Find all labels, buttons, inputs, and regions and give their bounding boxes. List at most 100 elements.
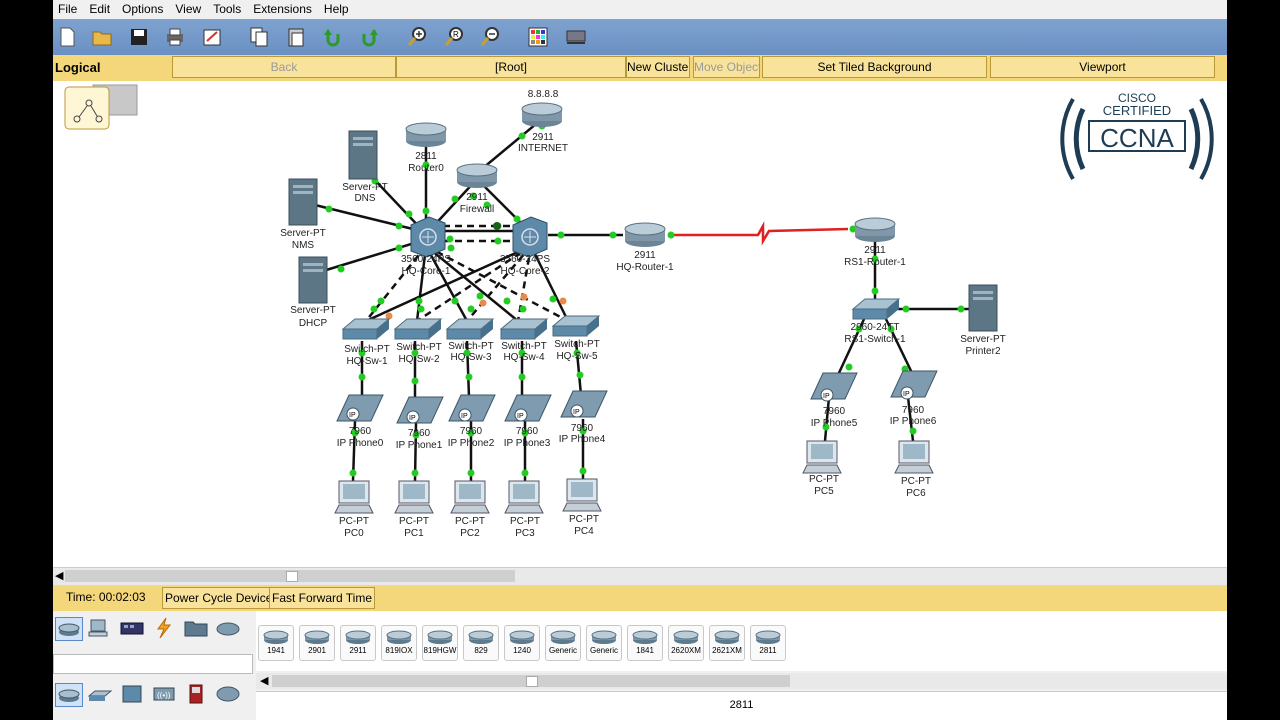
svg-text:HQ-Sw-1: HQ-Sw-1 (346, 356, 388, 367)
switch-hq-sw-2[interactable] (393, 318, 443, 340)
palette-icon[interactable] (526, 25, 550, 49)
wan-emulation-icon[interactable] (215, 683, 241, 705)
switch-hq-sw-3[interactable] (445, 318, 495, 340)
pc-5[interactable] (802, 440, 842, 474)
server-dhcp[interactable] (298, 256, 328, 304)
misc-icon[interactable] (183, 617, 209, 639)
redo-icon[interactable] (357, 25, 381, 49)
device-model-1240[interactable]: 1240 (504, 625, 540, 661)
device-model-2911[interactable]: 2911 (340, 625, 376, 661)
multilayer-switch-hq-core-1[interactable] (410, 216, 446, 258)
device-model-1841[interactable]: 1841 (627, 625, 663, 661)
router-hq-router-1[interactable] (624, 222, 666, 247)
device-model-2620xm[interactable]: 2620XM (668, 625, 704, 661)
menu-view[interactable]: View (169, 0, 207, 19)
switch-hq-sw-1[interactable] (341, 318, 391, 340)
multilayer-switch-hq-core-2[interactable] (512, 216, 548, 258)
menu-options[interactable]: Options (116, 0, 169, 19)
router-router0[interactable] (405, 122, 447, 147)
copy-icon[interactable] (247, 25, 271, 49)
router-rs1-router-1[interactable] (854, 217, 896, 242)
security-icon[interactable] (183, 683, 209, 705)
scroll-grip[interactable] (286, 571, 298, 582)
device-list-scrollbar[interactable]: ◀ (256, 673, 1227, 689)
svg-text:CERTIFIED: CERTIFIED (1103, 103, 1171, 118)
svg-text:PC3: PC3 (515, 528, 535, 539)
ip-phone-1[interactable]: IP (396, 396, 444, 424)
custom-device-icon[interactable] (564, 25, 588, 49)
save-icon[interactable] (127, 25, 151, 49)
switch-hq-sw-5[interactable] (551, 315, 601, 337)
connections-icon[interactable] (151, 617, 177, 639)
menu-help[interactable]: Help (318, 0, 355, 19)
network-devices-icon[interactable] (55, 617, 83, 641)
device-model-generic-2[interactable]: Generic (586, 625, 622, 661)
ip-phone-6[interactable]: IP (890, 370, 938, 400)
pc-0[interactable] (334, 480, 374, 514)
move-object-button[interactable]: Move Object (693, 56, 760, 78)
router-internet[interactable] (521, 102, 563, 127)
svg-text:PC-PT: PC-PT (339, 516, 369, 527)
switch-rs1-switch-1[interactable] (851, 298, 901, 320)
set-tiled-background-button[interactable]: Set Tiled Background (762, 56, 987, 78)
menu-extensions[interactable]: Extensions (247, 0, 318, 19)
svg-text:HQ-Core-1: HQ-Core-1 (402, 266, 451, 277)
end-devices-icon[interactable] (87, 617, 113, 639)
menu-edit[interactable]: Edit (83, 0, 116, 19)
ip-phone-2[interactable]: IP (448, 394, 496, 422)
viewport-button[interactable]: Viewport (990, 56, 1215, 78)
pc-3[interactable] (504, 480, 544, 514)
canvas-horizontal-scrollbar[interactable]: ◀ (53, 567, 1227, 585)
device-model-819hgw[interactable]: 819HGW (422, 625, 458, 661)
routers-icon[interactable] (55, 683, 83, 707)
svg-text:HQ-Core-2: HQ-Core-2 (501, 266, 550, 277)
device-model-1941[interactable]: 1941 (258, 625, 294, 661)
print-icon[interactable] (163, 25, 187, 49)
device-scroll-left-icon[interactable]: ◀ (260, 674, 268, 687)
wireless-icon[interactable]: ((•)) (151, 683, 177, 705)
device-model-819iox[interactable]: 819IOX (381, 625, 417, 661)
activity-wizard-icon[interactable] (200, 25, 224, 49)
device-model-2901[interactable]: 2901 (299, 625, 335, 661)
server-dns[interactable] (348, 130, 378, 180)
logical-view-icon[interactable] (64, 84, 138, 130)
pc-1[interactable] (394, 480, 434, 514)
multiuser-icon[interactable] (215, 617, 241, 639)
pc-6[interactable] (894, 440, 934, 474)
svg-text:Switch-PT: Switch-PT (554, 339, 600, 350)
logical-workspace-canvas[interactable]: CISCO CERTIFIED CCNA IP IP IP IP IP IP I… (53, 81, 1227, 567)
switches-icon[interactable] (87, 683, 113, 705)
scroll-left-icon[interactable]: ◀ (55, 569, 63, 582)
device-model-829[interactable]: 829 (463, 625, 499, 661)
pc-2[interactable] (450, 480, 490, 514)
ip-phone-5[interactable]: IP (810, 372, 858, 402)
new-icon[interactable] (55, 25, 79, 49)
zoom-reset-icon[interactable]: R (442, 25, 466, 49)
server-nms[interactable] (288, 178, 318, 226)
device-model-generic-1[interactable]: Generic (545, 625, 581, 661)
fast-forward-time-button[interactable]: Fast Forward Time (269, 587, 376, 609)
switch-hq-sw-4[interactable] (499, 318, 549, 340)
undo-icon[interactable] (321, 25, 345, 49)
power-cycle-devices-button[interactable]: Power Cycle Devices (162, 587, 282, 609)
new-cluster-button[interactable]: New Cluster (626, 56, 690, 78)
ip-phone-3[interactable]: IP (504, 394, 552, 422)
server-printer2[interactable] (968, 284, 998, 332)
root-button[interactable]: [Root] (396, 56, 626, 78)
menu-file[interactable]: File (53, 0, 83, 19)
ip-phone-4[interactable]: IP (560, 390, 608, 418)
zoom-in-icon[interactable] (405, 25, 429, 49)
device-model-2811[interactable]: 2811 (750, 625, 786, 661)
zoom-out-icon[interactable] (478, 25, 502, 49)
ip-phone-0[interactable]: IP (336, 394, 384, 422)
router-firewall[interactable] (456, 163, 498, 188)
menu-tools[interactable]: Tools (207, 0, 247, 19)
hubs-icon[interactable] (119, 683, 145, 705)
components-icon[interactable] (119, 617, 145, 639)
device-scroll-grip[interactable] (526, 676, 538, 687)
back-button[interactable]: Back (172, 56, 396, 78)
pc-4[interactable] (562, 478, 602, 512)
paste-icon[interactable] (284, 25, 308, 49)
open-icon[interactable] (90, 25, 114, 49)
device-model-2621xm[interactable]: 2621XM (709, 625, 745, 661)
